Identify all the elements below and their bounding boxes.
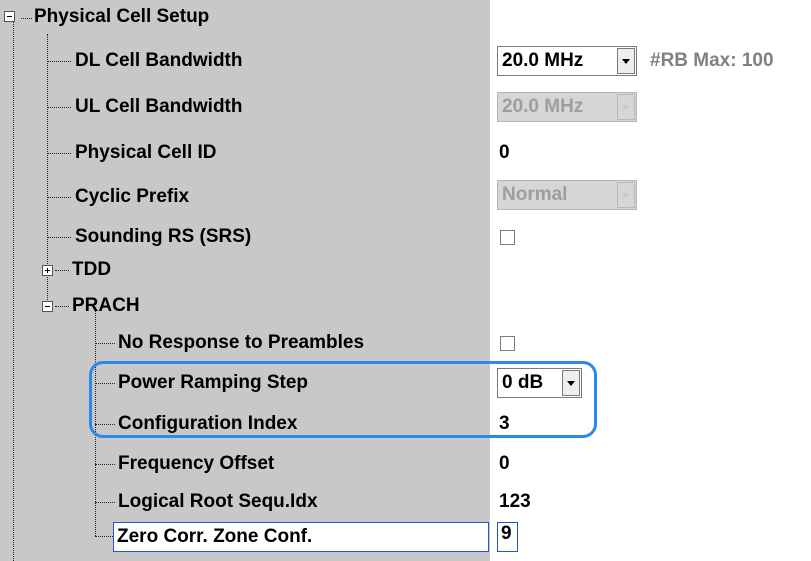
- tree-branch: [21, 18, 32, 19]
- tree-root-physical-cell-setup[interactable]: Physical Cell Setup: [34, 6, 209, 28]
- tree-branch: [95, 502, 115, 503]
- logical-root-sequ-idx-value[interactable]: 123: [499, 491, 531, 513]
- ul-cell-bandwidth-label[interactable]: UL Cell Bandwidth: [75, 96, 242, 118]
- tree-branch: [95, 464, 115, 465]
- dl-cell-bandwidth-label[interactable]: DL Cell Bandwidth: [75, 50, 242, 72]
- sounding-rs-label[interactable]: Sounding RS (SRS): [75, 226, 251, 248]
- tree-branch: [47, 107, 71, 108]
- collapse-icon[interactable]: [42, 301, 53, 312]
- tree-branch: [47, 237, 71, 238]
- tree-branch: [55, 270, 69, 271]
- ul-cell-bandwidth-value: 20.0 MHz: [502, 96, 584, 117]
- dropdown-arrow-icon[interactable]: [617, 48, 635, 74]
- cyclic-prefix-label[interactable]: Cyclic Prefix: [75, 186, 189, 208]
- dropdown-arrow-icon: [617, 94, 635, 120]
- logical-root-sequ-idx-label[interactable]: Logical Root Sequ.Idx: [118, 491, 318, 513]
- ul-cell-bandwidth-combo: 20.0 MHz: [497, 92, 637, 122]
- tree-branch: [95, 536, 113, 537]
- no-response-to-preambles-label[interactable]: No Response to Preambles: [118, 332, 364, 354]
- physical-cell-id-label[interactable]: Physical Cell ID: [75, 142, 217, 164]
- tree-branch: [95, 343, 115, 344]
- cyclic-prefix-combo: Normal: [497, 180, 637, 210]
- zero-corr-zone-conf-label: Zero Corr. Zone Conf.: [117, 526, 313, 547]
- dl-cell-bandwidth-combo[interactable]: 20.0 MHz: [497, 46, 637, 76]
- no-response-checkbox[interactable]: [500, 336, 515, 351]
- sounding-rs-checkbox[interactable]: [500, 230, 515, 245]
- physical-cell-id-value[interactable]: 0: [499, 142, 510, 164]
- tree-branch: [47, 153, 71, 154]
- frequency-offset-value[interactable]: 0: [499, 453, 510, 475]
- tree-branch: [55, 306, 69, 307]
- tree-branch: [47, 61, 71, 62]
- selected-row-zero-corr[interactable]: Zero Corr. Zone Conf.: [113, 522, 489, 552]
- rb-max-label: #RB Max: 100: [650, 50, 774, 71]
- frequency-offset-label[interactable]: Frequency Offset: [118, 453, 274, 475]
- expand-icon[interactable]: [42, 265, 53, 276]
- tree-line-root: [13, 18, 14, 561]
- dl-cell-bandwidth-value: 20.0 MHz: [502, 50, 584, 71]
- tree-branch: [47, 197, 71, 198]
- zero-corr-zone-conf-edit[interactable]: 9: [497, 522, 518, 552]
- prach-node-label[interactable]: PRACH: [72, 295, 140, 317]
- dropdown-arrow-icon: [617, 182, 635, 208]
- cyclic-prefix-value: Normal: [502, 184, 568, 205]
- highlight-annotation: [89, 361, 597, 438]
- tdd-node-label[interactable]: TDD: [72, 259, 111, 281]
- collapse-icon[interactable]: [4, 11, 15, 22]
